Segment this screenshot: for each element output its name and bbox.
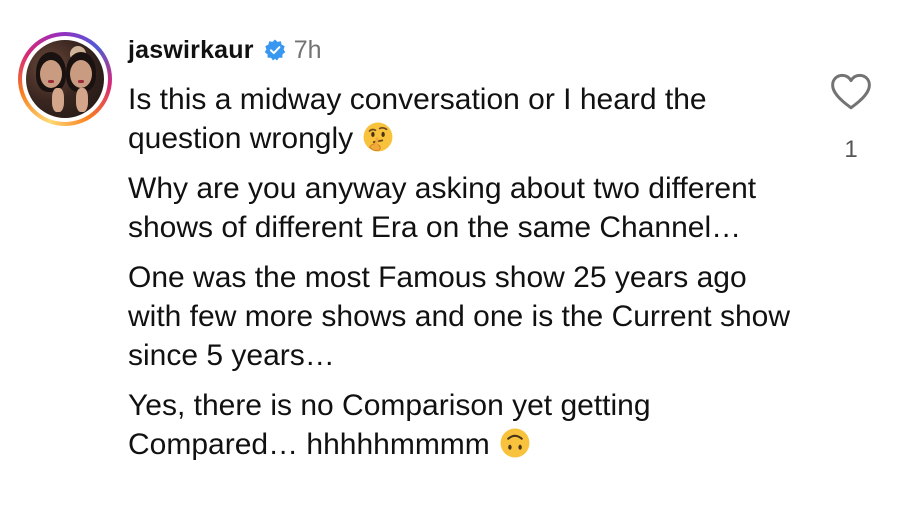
- avatar-frame: [22, 36, 108, 122]
- thinking-face-emoji: [363, 122, 393, 152]
- comment-paragraph-text: Is this a midway conversation or I heard…: [128, 83, 707, 155]
- comment-paragraph: One was the most Famous show 25 years ag…: [128, 258, 808, 375]
- comment-paragraph-text: Yes, there is no Comparison yet getting …: [128, 389, 651, 461]
- heart-outline-icon[interactable]: [830, 72, 872, 112]
- comment-paragraph-text: One was the most Famous show 25 years ag…: [128, 261, 790, 372]
- comment-paragraph: Yes, there is no Comparison yet getting …: [128, 386, 808, 464]
- timestamp: 7h: [293, 35, 322, 64]
- comment-paragraph-text: Why are you anyway asking about two diff…: [128, 172, 757, 244]
- comment-paragraph: Is this a midway conversation or I heard…: [128, 80, 808, 158]
- like-count: 1: [844, 136, 858, 163]
- comment-header: jaswirkaur 7h: [128, 30, 322, 70]
- avatar[interactable]: [26, 40, 104, 118]
- avatar-story-ring[interactable]: [18, 32, 112, 126]
- comment-body: Is this a midway conversation or I heard…: [128, 80, 808, 475]
- upside-down-face-emoji: [500, 428, 530, 458]
- comment-paragraph: Why are you anyway asking about two diff…: [128, 169, 808, 247]
- verified-badge-icon: [264, 39, 285, 61]
- comment: jaswirkaur 7h Is this a midway conversat…: [0, 0, 920, 512]
- username[interactable]: jaswirkaur: [128, 36, 254, 65]
